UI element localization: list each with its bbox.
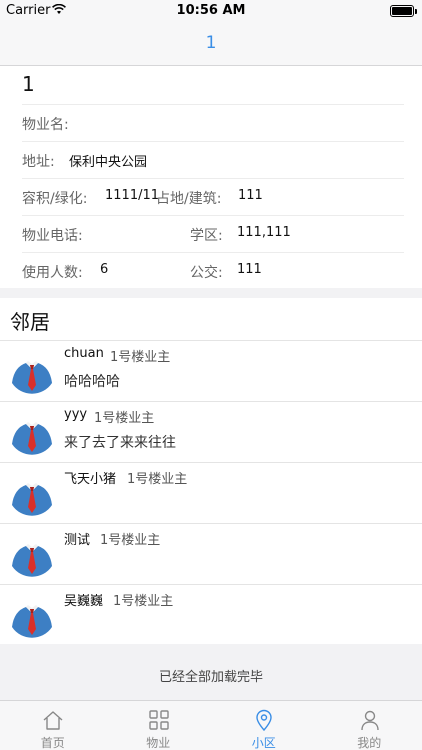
tab-property[interactable]: 物业	[106, 701, 212, 750]
ratio-value: 1111/11	[105, 188, 160, 203]
neighbor-tag: 1号楼业主	[113, 594, 174, 609]
home-icon	[43, 711, 63, 730]
bus-label: 公交:	[190, 265, 223, 281]
neighbor-name: 吴巍巍	[64, 594, 104, 609]
manager-label: 物业名:	[22, 117, 69, 133]
neighbor-message: 哈哈哈哈	[64, 374, 120, 390]
status-bar: Carrier 10:56 AM	[0, 0, 422, 22]
clock: 10:56 AM	[176, 3, 246, 18]
all-loaded-message: 已经全部加载完毕	[158, 670, 263, 685]
phone-label: 物业电话:	[22, 228, 83, 244]
users-bus-row: 使用人数: 6 公交: 111	[22, 252, 404, 289]
neighbor-name: yyy	[64, 407, 88, 422]
manager-row: 物业名:	[22, 104, 404, 141]
tab-mine-label: 我的	[357, 736, 382, 750]
tab-home[interactable]: 首页	[0, 701, 106, 750]
neighbor-item[interactable]: 飞天小猪 1号楼业主	[0, 462, 422, 523]
neighbors-title: 邻居	[10, 310, 50, 334]
neighbor-tag: 1号楼业主	[110, 350, 171, 365]
tab-property-label: 物业	[146, 736, 171, 750]
users-value: 6	[100, 262, 109, 277]
ratio-area-row: 容积/绿化: 1111/11 占地/建筑: 111	[22, 178, 404, 215]
address-row: 地址: 保利中央公园	[22, 141, 404, 178]
neighbor-tag: 1号楼业主	[94, 411, 155, 426]
avatar	[8, 591, 56, 639]
ratio-label: 容积/绿化:	[22, 191, 88, 207]
avatar	[8, 347, 56, 395]
battery-icon	[390, 5, 417, 17]
school-label: 学区:	[190, 228, 223, 244]
neighbor-name: chuan	[64, 346, 104, 361]
school-value: 111,111	[237, 225, 291, 240]
tab-mine[interactable]: 我的	[317, 701, 422, 750]
avatar	[8, 408, 56, 456]
tab-community-label: 小区	[251, 736, 276, 750]
area-label: 占地/建筑:	[156, 191, 222, 207]
neighbor-tag: 1号楼业主	[100, 533, 161, 548]
users-label: 使用人数:	[22, 265, 83, 281]
neighbor-item[interactable]: chuan 1号楼业主 哈哈哈哈	[0, 340, 422, 401]
address-label: 地址:	[22, 154, 55, 170]
area-value: 111	[238, 188, 263, 203]
grid-icon	[148, 710, 169, 730]
neighbor-item[interactable]: 测试 1号楼业主	[0, 523, 422, 584]
property-name: 1	[22, 72, 35, 96]
neighbor-item[interactable]: yyy 1号楼业主 来了去了来来往往	[0, 401, 422, 462]
neighbor-name: 飞天小猪	[64, 472, 117, 487]
neighbor-item[interactable]: 吴巍巍 1号楼业主	[0, 584, 422, 645]
tab-community[interactable]: 小区	[211, 701, 317, 750]
location-pin-icon	[256, 709, 272, 731]
tab-home-label: 首页	[40, 736, 65, 750]
bus-value: 111	[237, 262, 262, 277]
address-value: 保利中央公园	[69, 155, 148, 170]
property-info-card: 1 物业名: 地址: 保利中央公园 容积/绿化: 1111/11 占地/建筑: …	[0, 66, 422, 288]
neighbor-message: 来了去了来来往往	[64, 435, 176, 451]
phone-school-row: 物业电话: 学区: 111,111	[22, 215, 404, 252]
neighbor-tag: 1号楼业主	[127, 472, 188, 487]
person-icon	[360, 710, 379, 731]
avatar	[8, 469, 56, 517]
navigation-bar: 1	[0, 22, 422, 66]
avatar	[8, 530, 56, 578]
tab-bar: 首页 物业 小区 我的	[0, 700, 422, 750]
neighbor-name: 测试	[64, 533, 91, 548]
page-title: 1	[205, 33, 217, 53]
neighbors-section: 邻居 chuan 1号楼业主 哈哈哈哈 yyy 1号楼业主 来了去了来来往往 飞…	[0, 298, 422, 644]
